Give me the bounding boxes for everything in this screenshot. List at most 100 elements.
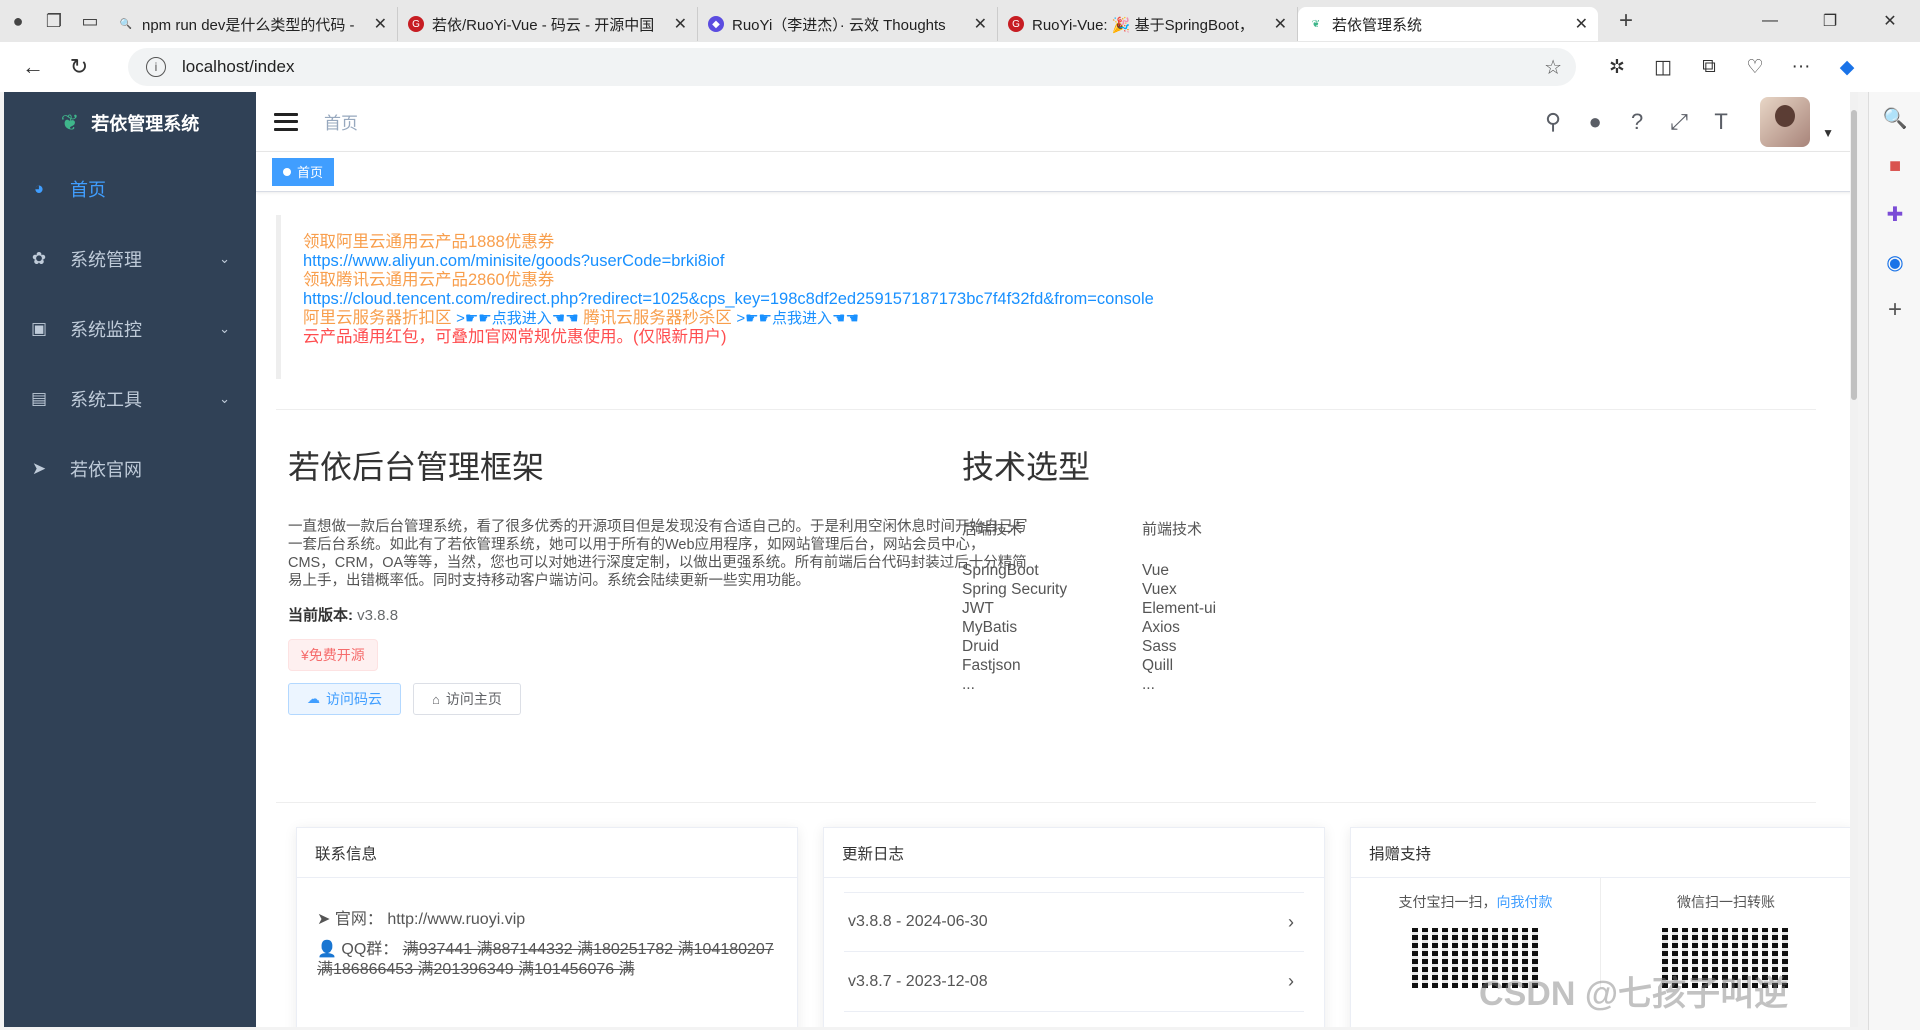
page-viewport: ❦ 若依管理系统 ◕ 首页 ✿ 系统管理 ⌄ ▣ 系统监控 ⌄ ▤ 系统工具 ⌄ <box>4 92 1858 1027</box>
browser-tab[interactable]: G 若依/RuoYi-Vue - 码云 - 开源中国 ✕ <box>398 7 698 41</box>
info-icon[interactable]: i <box>146 57 166 77</box>
logo-title: 若依管理系统 <box>91 114 200 134</box>
aliyun-zone-label: 阿里云服务器折扣区 <box>303 309 452 327</box>
minimize-icon[interactable]: — <box>1740 0 1800 42</box>
intro-section: 若依后台管理框架 一直想做一款后台管理系统，看了很多优秀的开源项目但是发现没有合… <box>276 410 1816 802</box>
workspaces-icon[interactable]: ❐ <box>36 3 72 39</box>
close-icon[interactable]: ✕ <box>1274 14 1287 34</box>
site-link[interactable]: http://www.ruoyi.vip <box>387 911 525 928</box>
hamburger-icon[interactable] <box>274 112 298 131</box>
tag-home[interactable]: 首页 <box>272 157 335 186</box>
list-item: ... <box>1142 676 1155 693</box>
url-field[interactable]: i localhost/index ☆ <box>128 48 1576 86</box>
frontend-title: 前端技术 <box>1142 521 1203 538</box>
tab-actions-icon[interactable]: ▭ <box>72 3 108 39</box>
free-tag: ¥免费开源 <box>288 639 378 671</box>
tab-title: 若依/RuoYi-Vue - 码云 - 开源中国 <box>432 16 655 34</box>
breadcrumb[interactable]: 首页 <box>324 109 358 134</box>
sidebar-item-monitor[interactable]: ▣ 系统监控 ⌄ <box>4 294 256 364</box>
promo-tencent-link[interactable]: https://cloud.tencent.com/redirect.php?r… <box>303 290 1798 309</box>
font-size-icon[interactable]: T <box>1700 101 1742 143</box>
tencent-zone-link[interactable]: >☛☛点我进入☚☚ <box>736 310 859 327</box>
watermark: CSDN @七孩子叫逆 <box>1479 975 1788 1013</box>
maximize-icon[interactable]: ❐ <box>1800 0 1860 42</box>
navbar: 首页 ⚲ ● ? ⤢ T ▼ <box>256 92 1858 152</box>
version-label: 当前版本: <box>288 607 353 624</box>
sidebar-item-label: 系统监控 <box>70 320 142 340</box>
browser-tab[interactable]: ◆ RuoYi（李进杰）· 云效 Thoughts ✕ <box>698 7 998 41</box>
profile-icon[interactable]: ● <box>0 3 36 39</box>
browser-window: ● ❐ ▭ 🔍 npm run dev是什么类型的代码 - ✕ G 若依/Ruo… <box>0 0 1920 1030</box>
button-label: 访问主页 <box>445 691 502 707</box>
alipay-link[interactable]: 向我付款 <box>1497 894 1553 910</box>
user-icon: 👤 <box>317 941 337 958</box>
list-item: JWT <box>962 600 994 617</box>
promo-aliyun-link[interactable]: https://www.aliyun.com/minisite/goods?us… <box>303 252 1798 271</box>
browser-tab[interactable]: G RuoYi-Vue: 🎉 基于SpringBoot， ✕ <box>998 7 1298 41</box>
caret-down-icon[interactable]: ▼ <box>1822 126 1834 140</box>
window-controls: — ❐ ✕ <box>1740 0 1920 42</box>
aliyun-zone-link[interactable]: >☛☛点我进入☚☚ <box>456 310 579 327</box>
ruoyi-logo-icon: ❦ <box>60 110 80 135</box>
tags-view: 首页 <box>256 152 1858 192</box>
tab-title: npm run dev是什么类型的代码 - <box>142 16 355 34</box>
collections-icon[interactable]: ⧉ <box>1686 44 1732 90</box>
logo[interactable]: ❦ 若依管理系统 <box>4 92 256 154</box>
navbar-actions: ⚲ ● ? ⤢ T ▼ <box>1532 92 1834 152</box>
list-item: Vue <box>1142 562 1170 579</box>
browser-tab[interactable]: 🔍 npm run dev是什么类型的代码 - ✕ <box>108 7 398 41</box>
list-item: Druid <box>962 638 1000 655</box>
office-icon[interactable]: ◉ <box>1869 238 1920 286</box>
changelog-item[interactable]: v3.8.7 - 2023-12-08 › <box>844 952 1304 1012</box>
close-window-icon[interactable]: ✕ <box>1860 0 1920 42</box>
back-icon[interactable]: ← <box>10 44 56 90</box>
contact-card: 联系信息 ➤ 官网： http://www.ruoyi.vip 👤 QQ群： 满… <box>296 827 798 1027</box>
sidebar-item-tools[interactable]: ▤ 系统工具 ⌄ <box>4 364 256 434</box>
visit-gitee-button[interactable]: ☁ 访问码云 <box>288 683 401 715</box>
health-icon[interactable]: ♡ <box>1732 44 1778 90</box>
avatar[interactable] <box>1760 97 1811 147</box>
card-title: 联系信息 <box>297 828 797 878</box>
tools-icon[interactable]: ■ <box>1869 142 1920 190</box>
github-icon[interactable]: ● <box>1574 101 1616 143</box>
fullscreen-icon[interactable]: ⤢ <box>1658 101 1700 143</box>
reload-icon[interactable]: ↻ <box>56 44 102 90</box>
extensions-icon[interactable]: ✲ <box>1594 44 1640 90</box>
alipay-text: 支付宝扫一扫， <box>1398 894 1497 910</box>
visit-home-button[interactable]: ⌂ 访问主页 <box>413 683 521 715</box>
search-icon[interactable]: 🔍 <box>1869 94 1920 142</box>
list-item: Vuex <box>1142 581 1177 598</box>
tech-title: 技术选型 <box>962 449 1091 485</box>
split-screen-icon[interactable]: ◫ <box>1640 44 1686 90</box>
address-bar-row: ← ↻ i localhost/index ☆ ✲ ◫ ⧉ ♡ ··· ◆ <box>0 42 1920 92</box>
close-icon[interactable]: ✕ <box>1575 14 1588 34</box>
puzzle-icon[interactable]: ✚ <box>1869 190 1920 238</box>
close-icon[interactable]: ✕ <box>974 14 987 34</box>
search-icon[interactable]: ⚲ <box>1532 101 1574 143</box>
ruoyi-icon: ❦ <box>1311 18 1321 30</box>
copilot-icon[interactable]: ◆ <box>1824 44 1870 90</box>
sidebar-item-home[interactable]: ◕ 首页 <box>4 154 256 224</box>
promo-aliyun-title: 领取阿里云通用云产品1888优惠券 <box>303 233 555 251</box>
more-icon[interactable]: ··· <box>1778 44 1824 90</box>
close-icon[interactable]: ✕ <box>374 14 387 34</box>
chevron-down-icon: ⌄ <box>219 391 230 406</box>
tech-lists: 后端技术 SpringBoot Spring Security JWT MyBa… <box>962 518 1562 694</box>
add-icon[interactable]: + <box>1869 286 1920 334</box>
new-tab-icon[interactable]: + <box>1608 3 1644 39</box>
changelog-item[interactable]: v3.8.8 - 2024-06-30 › <box>844 892 1304 952</box>
list-item: Sass <box>1142 638 1177 655</box>
list-item: ... <box>962 676 975 693</box>
scrollbar[interactable] <box>1850 92 1858 1027</box>
favorite-star-icon[interactable]: ☆ <box>1544 55 1562 80</box>
sidebar-item-website[interactable]: ➤ 若依官网 <box>4 434 256 504</box>
scrollbar-thumb[interactable] <box>1851 110 1857 400</box>
help-icon[interactable]: ? <box>1616 101 1658 143</box>
backend-title: 后端技术 <box>962 521 1023 538</box>
browser-tab-active[interactable]: ❦ 若依管理系统 ✕ <box>1298 7 1598 41</box>
promo-note: 云产品通用红包，可叠加官网常规优惠使用。(仅限新用户) <box>303 328 727 346</box>
close-icon[interactable]: ✕ <box>674 14 687 34</box>
site-label: 官网： <box>334 911 383 928</box>
edge-sidebar: 🔍 ■ ✚ ◉ + <box>1868 92 1920 1030</box>
sidebar-item-system[interactable]: ✿ 系统管理 ⌄ <box>4 224 256 294</box>
